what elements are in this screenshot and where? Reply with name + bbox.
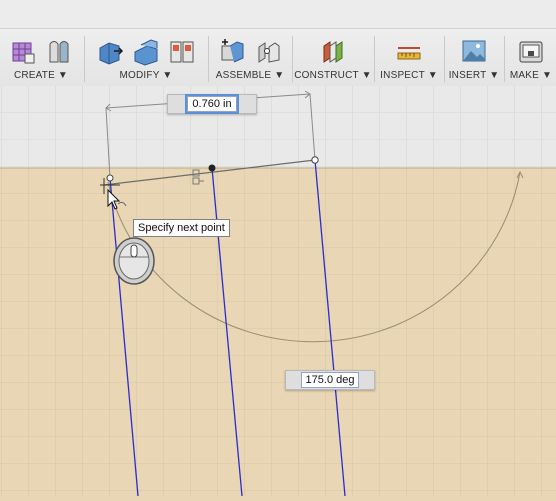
toolbar-top-strip (0, 0, 556, 29)
sketch-canvas[interactable]: 0.760 in 175.0 deg (0, 86, 556, 497)
length-dimension-input[interactable]: 0.760 in (185, 94, 239, 114)
angle-dimension-input[interactable]: 175.0 deg (300, 372, 360, 388)
assemble-group[interactable]: ASSEMBLE ▼ (210, 30, 290, 86)
create-form-icon[interactable] (8, 36, 38, 66)
create-extrude-icon[interactable] (44, 36, 74, 66)
sketch-tooltip: Specify next point (133, 219, 230, 237)
create-menu-label[interactable]: CREATE ▼ (0, 70, 82, 81)
shell-icon[interactable] (167, 36, 197, 66)
grid-lines-upper (0, 86, 556, 168)
toolbar-separator (444, 36, 445, 82)
fillet-icon[interactable] (131, 36, 161, 66)
3d-print-icon[interactable] (516, 36, 546, 66)
new-component-icon[interactable] (217, 36, 247, 66)
toolbar-separator (208, 36, 209, 82)
sketch-point[interactable] (311, 156, 319, 164)
assemble-menu-label[interactable]: ASSEMBLE ▼ (210, 70, 290, 81)
modify-group[interactable]: MODIFY ▼ (86, 30, 206, 86)
toolbar-separator (504, 36, 505, 82)
joint-icon[interactable] (253, 36, 283, 66)
press-pull-icon[interactable] (95, 36, 125, 66)
toolbar: CREATE ▼ MODIFY ▼ ASSEMBLE ▼ CONSTRUCT ▼… (0, 0, 556, 87)
grid-lines-lower (0, 168, 556, 496)
length-dimension-box[interactable]: 0.760 in (167, 94, 257, 114)
toolbar-separator (374, 36, 375, 82)
measure-icon[interactable] (394, 36, 424, 66)
offset-plane-icon[interactable] (318, 36, 348, 66)
insert-menu-label[interactable]: INSERT ▼ (446, 70, 502, 81)
mouse-hint-icon (113, 237, 155, 285)
inspect-group[interactable]: INSPECT ▼ (376, 30, 442, 86)
toolbar-separator (292, 36, 293, 82)
inspect-menu-label[interactable]: INSPECT ▼ (376, 70, 442, 81)
construct-group[interactable]: CONSTRUCT ▼ (294, 30, 372, 86)
make-menu-label[interactable]: MAKE ▼ (506, 70, 556, 81)
insert-group[interactable]: INSERT ▼ (446, 30, 502, 86)
create-group[interactable]: CREATE ▼ (0, 30, 82, 86)
sketch-point[interactable] (106, 174, 114, 182)
construct-menu-label[interactable]: CONSTRUCT ▼ (294, 70, 372, 81)
sketch-point[interactable] (208, 164, 216, 172)
toolbar-separator (84, 36, 85, 82)
angle-dimension-box[interactable]: 175.0 deg (285, 370, 375, 390)
insert-image-icon[interactable] (459, 36, 489, 66)
modify-menu-label[interactable]: MODIFY ▼ (86, 70, 206, 81)
make-group[interactable]: MAKE ▼ (506, 30, 556, 86)
sketch-viewport[interactable] (0, 86, 556, 497)
